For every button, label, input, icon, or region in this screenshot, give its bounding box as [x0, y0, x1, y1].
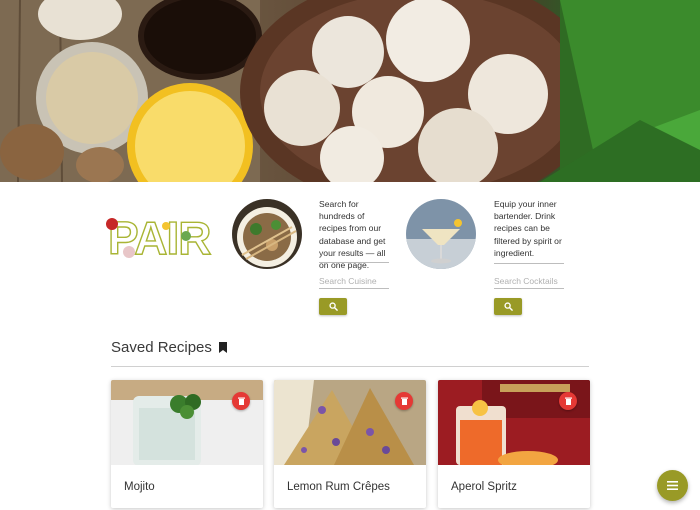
trash-icon [400, 397, 408, 405]
saved-divider [111, 366, 589, 367]
search-icon [328, 302, 338, 311]
recipe-name[interactable]: Mojito [124, 481, 155, 493]
trash-icon [564, 397, 572, 405]
search-cocktails-button[interactable] [494, 298, 522, 315]
pair-logo[interactable]: PAIR [104, 206, 222, 265]
drinks-description: Equip your inner bartender. Drink recipe… [494, 199, 562, 258]
saved-recipes-heading: Saved Recipes [111, 339, 227, 356]
recipe-card[interactable]: Aperol Spritz [438, 380, 590, 508]
search-cocktails-input[interactable] [494, 274, 564, 289]
delete-button[interactable] [395, 392, 413, 410]
saved-recipes-title: Saved Recipes [111, 339, 212, 356]
bookmark-icon [218, 342, 227, 353]
menu-button[interactable] [657, 470, 688, 501]
food-divider [319, 262, 389, 263]
food-description: Search for hundreds of recipes from our … [319, 199, 386, 271]
search-cuisine-input[interactable] [319, 274, 389, 289]
delete-button[interactable] [232, 392, 250, 410]
recipe-name[interactable]: Aperol Spritz [451, 481, 517, 493]
hero-banner [0, 0, 700, 182]
cocktail-photo [406, 199, 476, 269]
recipe-card[interactable]: Lemon Rum Crêpes [274, 380, 426, 508]
trash-icon [237, 397, 245, 405]
search-icon [503, 302, 513, 311]
menu-icon [667, 481, 678, 490]
logo-text: PAIR [108, 212, 211, 262]
delete-button[interactable] [559, 392, 577, 410]
search-cuisine-button[interactable] [319, 298, 347, 315]
hero-image [0, 0, 700, 182]
food-photo [232, 199, 302, 269]
recipe-name[interactable]: Lemon Rum Crêpes [287, 481, 390, 493]
drinks-divider [494, 263, 564, 264]
recipe-card[interactable]: Mojito [111, 380, 263, 508]
